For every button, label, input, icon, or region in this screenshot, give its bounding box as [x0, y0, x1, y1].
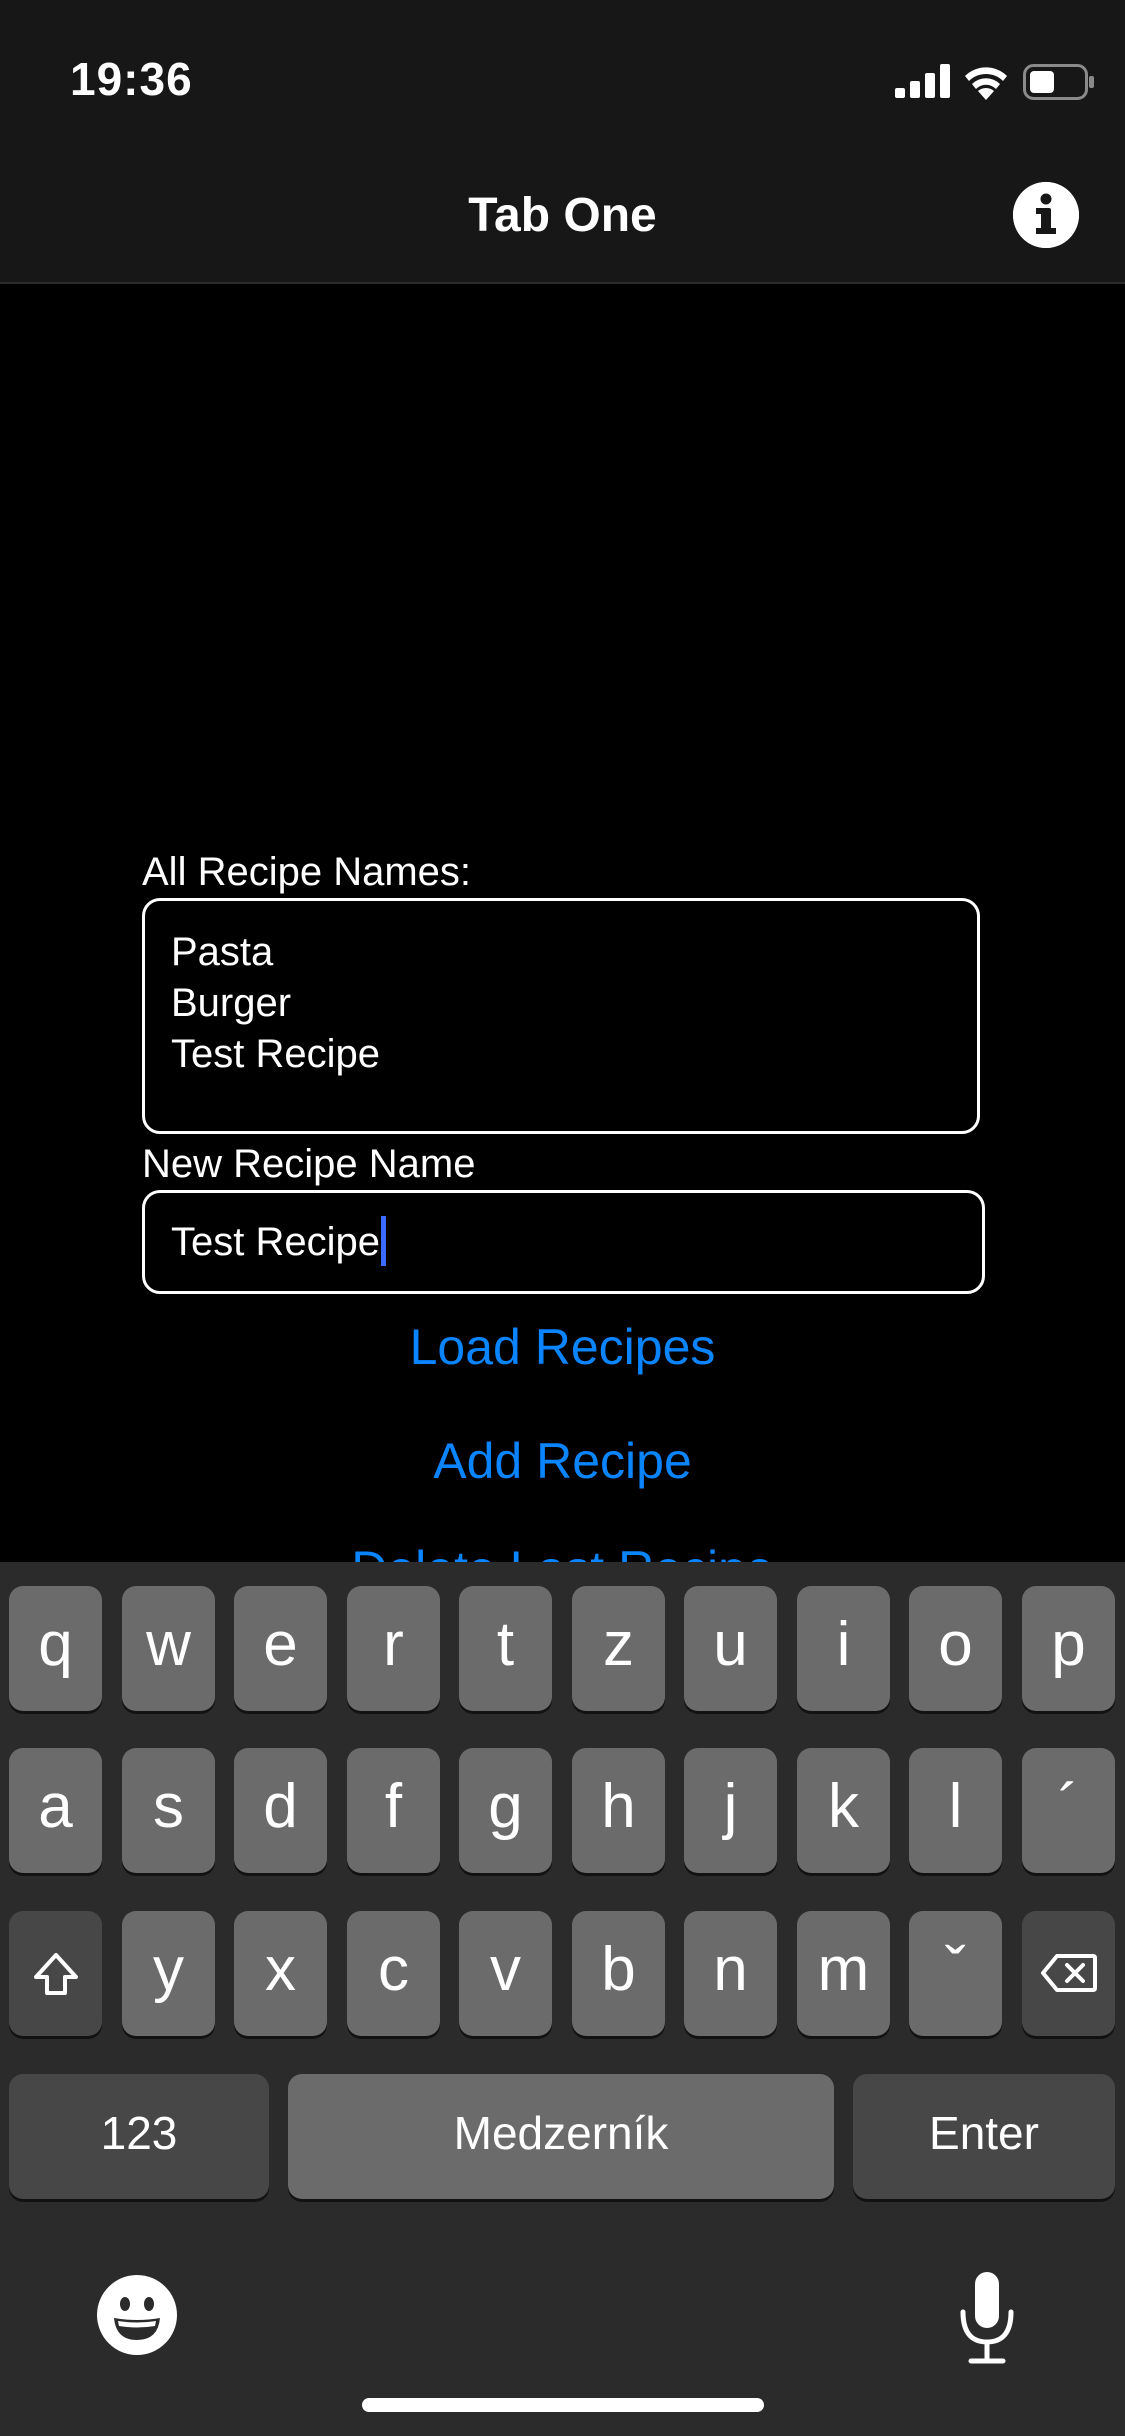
numbers-key[interactable]: 123 [9, 2074, 269, 2199]
key-n[interactable]: n [684, 1911, 777, 2036]
key-e[interactable]: e [234, 1586, 327, 1711]
key-c[interactable]: c [347, 1911, 440, 2036]
key-p[interactable]: p [1022, 1586, 1115, 1711]
status-time: 19:36 [70, 53, 193, 105]
emoji-button[interactable] [96, 2274, 178, 2356]
navigation-bar: Tab One [0, 160, 1125, 284]
status-bar: 19:36 [0, 0, 1125, 160]
key-l[interactable]: l [909, 1748, 1002, 1873]
new-recipe-name-input[interactable]: Test Recipe [142, 1190, 985, 1294]
key-r[interactable]: r [347, 1586, 440, 1711]
key-t[interactable]: t [459, 1586, 552, 1711]
key-x[interactable]: x [234, 1911, 327, 2036]
key-v[interactable]: v [459, 1911, 552, 2036]
recipe-names-textarea[interactable]: Pasta Burger Test Recipe [142, 898, 980, 1134]
shift-icon [33, 1953, 78, 1995]
info-icon [1013, 182, 1079, 248]
key-acute[interactable]: ´ [1022, 1748, 1115, 1873]
backspace-icon [1040, 1954, 1097, 1992]
key-w[interactable]: w [122, 1586, 215, 1711]
emoji-icon [97, 2275, 177, 2355]
info-button[interactable] [1013, 182, 1079, 248]
recipes-label: All Recipe Names: [142, 850, 472, 894]
enter-key[interactable]: Enter [853, 2074, 1115, 2199]
key-i[interactable]: i [797, 1586, 890, 1711]
key-a[interactable]: a [9, 1748, 102, 1873]
key-f[interactable]: f [347, 1748, 440, 1873]
new-recipe-name-label: New Recipe Name [142, 1142, 476, 1186]
key-o[interactable]: o [909, 1586, 1002, 1711]
key-b[interactable]: b [572, 1911, 665, 2036]
page-title: Tab One [468, 189, 657, 242]
key-z[interactable]: z [572, 1586, 665, 1711]
dictation-button[interactable] [955, 2270, 1019, 2366]
key-m[interactable]: m [797, 1911, 890, 2036]
key-u[interactable]: u [684, 1586, 777, 1711]
recipe-item: Burger [171, 981, 292, 1025]
space-key[interactable]: Medzerník [288, 2074, 834, 2199]
recipe-item: Test Recipe [171, 1032, 380, 1076]
shift-key[interactable] [9, 1911, 102, 2036]
add-recipe-button[interactable]: Add Recipe [0, 1432, 1125, 1490]
key-g[interactable]: g [459, 1748, 552, 1873]
text-caret [380, 1216, 386, 1267]
battery-icon [1023, 64, 1094, 100]
microphone-icon [960, 2272, 1014, 2364]
backspace-key[interactable] [1022, 1911, 1115, 2036]
input-value: Test Recipe [171, 1220, 380, 1264]
key-q[interactable]: q [9, 1586, 102, 1711]
key-k[interactable]: k [797, 1748, 890, 1873]
key-y[interactable]: y [122, 1911, 215, 2036]
signal-icon [895, 64, 950, 98]
wifi-icon [965, 67, 1007, 100]
key-d[interactable]: d [234, 1748, 327, 1873]
load-recipes-button[interactable]: Load Recipes [0, 1318, 1125, 1376]
recipe-item: Pasta [171, 930, 274, 974]
key-caron[interactable]: ˇ [909, 1911, 1002, 2036]
key-h[interactable]: h [572, 1748, 665, 1873]
key-j[interactable]: j [684, 1748, 777, 1873]
key-s[interactable]: s [122, 1748, 215, 1873]
home-indicator [362, 2398, 764, 2412]
